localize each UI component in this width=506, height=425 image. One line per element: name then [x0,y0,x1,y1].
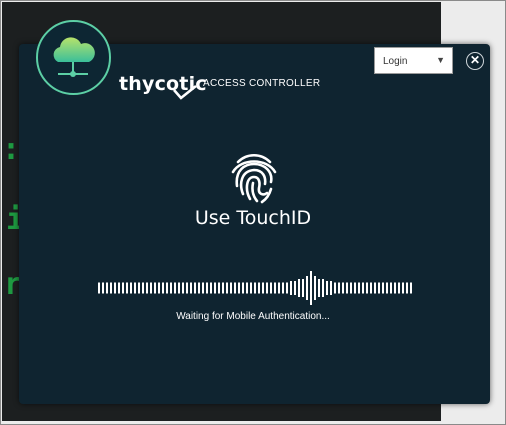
wave-bar [134,282,136,294]
wave-bar [326,281,328,295]
wave-bar [154,282,156,294]
wave-bar [174,282,176,294]
wave-bar [350,282,352,294]
wave-bar [246,282,248,294]
wave-bar [402,282,404,294]
wave-bar [114,282,116,294]
wave-bar [358,282,360,294]
wave-bar [394,282,396,294]
wave-bar [106,282,108,294]
wave-bar [206,282,208,294]
cloud-network-icon [36,20,111,95]
wave-bar [162,282,164,294]
wave-bar [250,282,252,294]
wave-bar [230,282,232,294]
wave-bar [182,282,184,294]
wave-bar [366,282,368,294]
wave-bar [130,282,132,294]
wave-bar [234,282,236,294]
wave-bar [362,282,364,294]
page-title: Use TouchID [194,207,312,229]
wave-bar [186,282,188,294]
wave-bar [302,279,304,297]
chevron-down-icon: ▼ [436,55,445,65]
wave-bar [286,282,288,294]
wave-bar [142,282,144,294]
wave-bar [98,282,100,294]
wave-bar [166,282,168,294]
login-select-value: Login [383,56,408,67]
wave-bar [270,282,272,294]
wave-bar [330,281,332,295]
wave-bar [386,282,388,294]
wave-bar [190,282,192,294]
wave-bar [146,282,148,294]
wave-bar [138,282,140,294]
wave-bar [278,282,280,294]
wave-bar [282,282,284,294]
wave-bar [226,282,228,294]
wave-bar [390,282,392,294]
wave-bar [346,282,348,294]
wave-bar [290,281,292,295]
wave-bar [118,282,120,294]
wave-bar [238,282,240,294]
wave-bar [298,279,300,297]
backdrop-glyph: : [2,132,21,167]
wave-bar [310,271,312,305]
wave-bar [266,282,268,294]
wave-bar [218,282,220,294]
wave-bar [382,282,384,294]
wave-bar [322,279,324,297]
wave-bar [254,282,256,294]
wave-bar [262,282,264,294]
close-icon: ✕ [469,53,481,67]
wave-bar [294,281,296,295]
wave-bar [410,282,412,294]
login-select[interactable]: Login ▼ [374,47,453,74]
wave-bar [242,282,244,294]
wave-bar [318,279,320,297]
wave-bar [210,282,212,294]
wave-bar [342,282,344,294]
wave-bar [306,276,308,300]
close-button[interactable]: ✕ [466,52,484,70]
wave-bar [214,282,216,294]
wave-bar [338,282,340,294]
wave-bar [198,282,200,294]
wave-bar [126,282,128,294]
wave-bar [222,282,224,294]
wave-bar [354,282,356,294]
wave-bar [314,276,316,300]
fingerprint-icon [231,153,277,204]
wave-bar [178,282,180,294]
wave-bar [110,282,112,294]
wave-bar [150,282,152,294]
wave-bar [374,282,376,294]
wave-bar [122,282,124,294]
wave-bar [378,282,380,294]
product-name: ACCESS CONTROLLER [203,78,321,89]
wave-bar [102,282,104,294]
wave-bar [202,282,204,294]
audio-wave-icon [98,271,412,305]
wave-bar [158,282,160,294]
wave-bar [334,282,336,294]
wave-bar [398,282,400,294]
status-text: Waiting for Mobile Authentication... [176,311,330,322]
wave-bar [370,282,372,294]
wave-bar [274,282,276,294]
brand-check-icon [173,84,197,100]
wave-bar [194,282,196,294]
wave-bar [170,282,172,294]
wave-bar [406,282,408,294]
wave-bar [258,282,260,294]
